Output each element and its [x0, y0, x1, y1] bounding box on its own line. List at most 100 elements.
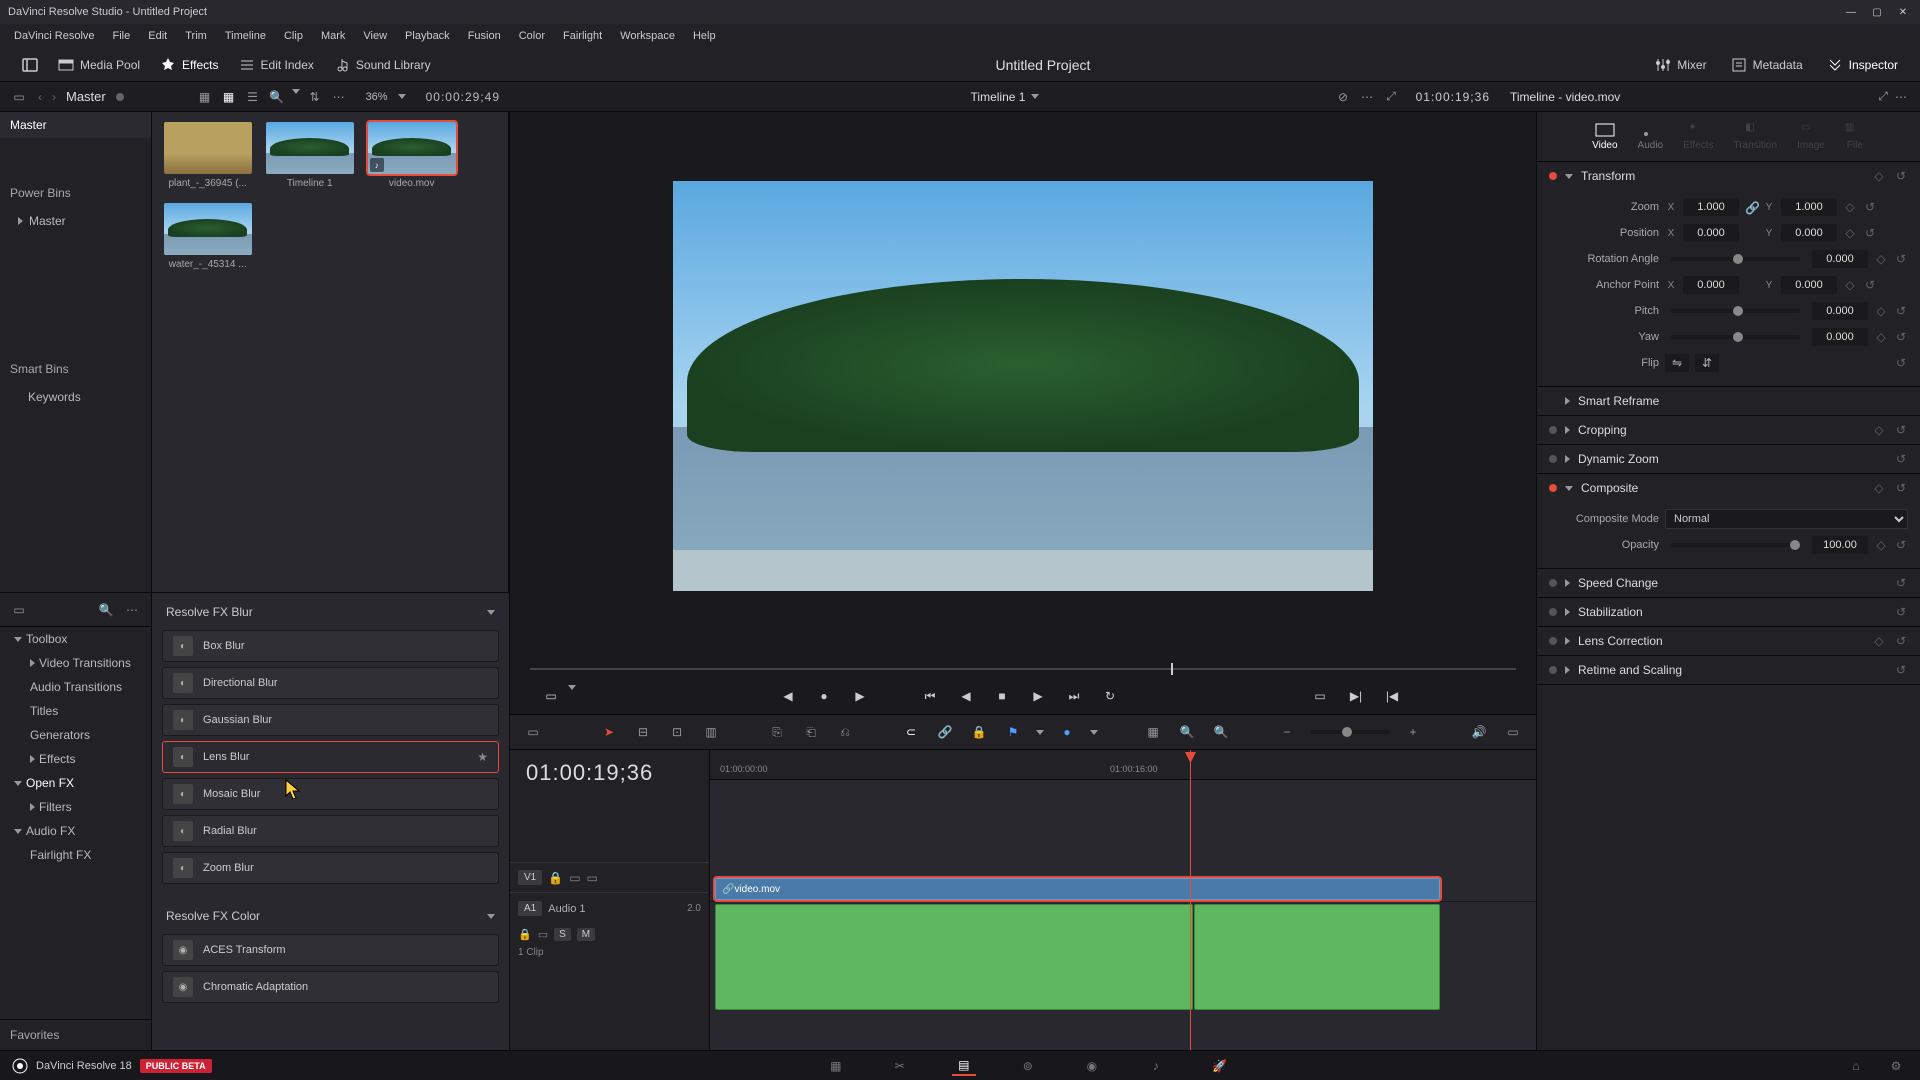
flip-h-button[interactable]: ⇋: [1665, 354, 1689, 372]
fx-tree-filters[interactable]: Filters: [0, 795, 151, 819]
reset-icon[interactable]: ↺: [1863, 278, 1877, 292]
view-list-icon[interactable]: ☰: [244, 89, 262, 105]
search-icon[interactable]: 🔍: [268, 89, 286, 105]
nudge-left-icon[interactable]: ●: [813, 685, 835, 707]
reset-icon[interactable]: ↺: [1894, 538, 1908, 552]
audio-track-a1[interactable]: [710, 902, 1536, 1012]
reset-icon[interactable]: ↺: [1894, 634, 1908, 648]
link-icon[interactable]: 🔗: [934, 721, 956, 743]
keyframe-icon[interactable]: ◇: [1872, 634, 1886, 648]
breadcrumb-master[interactable]: Master: [66, 89, 106, 104]
menu-davinci[interactable]: DaVinci Resolve: [6, 27, 103, 45]
dynamic-zoom-header[interactable]: Dynamic Zoom↺: [1537, 445, 1920, 473]
insert-icon[interactable]: ⎘: [766, 721, 788, 743]
menu-playback[interactable]: Playback: [397, 27, 458, 45]
replace-icon[interactable]: ⎌: [834, 721, 856, 743]
reset-icon[interactable]: ↺: [1894, 330, 1908, 344]
dynamic-trim-icon[interactable]: ⊡: [666, 721, 688, 743]
overwrite-icon[interactable]: ⎗: [800, 721, 822, 743]
fx-tree-toolbox[interactable]: Toolbox: [0, 627, 151, 651]
audio-clip[interactable]: [1194, 904, 1440, 1010]
page-deliver-icon[interactable]: 🚀: [1208, 1056, 1232, 1076]
opacity-input[interactable]: [1812, 536, 1868, 554]
options-icon[interactable]: ⋯: [330, 89, 348, 105]
smart-bins-header[interactable]: Smart Bins: [0, 354, 151, 384]
lock-icon[interactable]: 🔒: [548, 871, 563, 885]
anchor-y-input[interactable]: [1781, 276, 1837, 294]
fx-search-icon[interactable]: 🔍: [97, 602, 115, 618]
maximize-button[interactable]: ▢: [1868, 5, 1886, 19]
v1-badge[interactable]: V1: [518, 870, 542, 885]
inspector-tab-audio[interactable]: Audio: [1638, 122, 1664, 151]
play-icon[interactable]: ▶: [1027, 685, 1049, 707]
inspector-options-icon[interactable]: ⋯: [1892, 89, 1910, 105]
inspector-tab-effects[interactable]: ✦Effects: [1683, 122, 1713, 151]
a1-track-header[interactable]: A1 Audio 1 2.0: [510, 892, 709, 924]
zoom-x-input[interactable]: [1683, 198, 1739, 216]
nudge-right-icon[interactable]: ▶: [849, 685, 871, 707]
menu-workspace[interactable]: Workspace: [612, 27, 683, 45]
a1-badge[interactable]: A1: [518, 901, 542, 916]
reset-icon[interactable]: ↺: [1894, 481, 1908, 495]
keyframe-icon[interactable]: ◇: [1872, 169, 1886, 183]
viewer-options-icon[interactable]: ⋯: [1358, 89, 1376, 105]
media-thumb[interactable]: plant_-_36945 (...: [164, 122, 252, 189]
keyframe-icon[interactable]: ◇: [1874, 538, 1888, 552]
bin-view-icon[interactable]: ▭: [10, 89, 28, 105]
timeline-selector[interactable]: Timeline 1: [971, 90, 1026, 104]
zoom-in-icon[interactable]: +: [1402, 721, 1424, 743]
inspector-button[interactable]: Inspector: [1817, 53, 1908, 77]
reset-icon[interactable]: ↺: [1863, 200, 1877, 214]
selection-tool-icon[interactable]: ➤: [598, 721, 620, 743]
inspector-tab-image[interactable]: ▭Image: [1797, 122, 1825, 151]
inspector-expand-icon[interactable]: ⤢: [1874, 89, 1892, 105]
play-reverse-icon[interactable]: ◀: [955, 685, 977, 707]
audio-monitor-icon[interactable]: 🔊: [1468, 721, 1490, 743]
loop-icon[interactable]: ↻: [1099, 685, 1121, 707]
fx-item-lens-blur[interactable]: ◐Lens Blur★: [162, 741, 499, 773]
match-frame-icon[interactable]: ▭: [540, 685, 562, 707]
auto-select-icon[interactable]: ▭: [538, 928, 548, 941]
view-metadata-icon[interactable]: ▦: [196, 89, 214, 105]
menu-trim[interactable]: Trim: [177, 27, 215, 45]
go-end-icon[interactable]: ⏭: [1063, 685, 1085, 707]
rotation-input[interactable]: [1812, 250, 1868, 268]
mixer-button[interactable]: Mixer: [1645, 53, 1716, 77]
trim-tool-icon[interactable]: ⊟: [632, 721, 654, 743]
smart-bin-keywords[interactable]: Keywords: [0, 384, 151, 410]
effects-button[interactable]: Effects: [150, 53, 228, 77]
fx-panel-icon[interactable]: ▭: [10, 602, 28, 618]
timeline-ruler[interactable]: 01:00:00:00 01:00:16:00: [710, 750, 1536, 780]
lock-icon[interactable]: 🔒: [968, 721, 990, 743]
fx-tree-generators[interactable]: Generators: [0, 723, 151, 747]
page-fairlight-icon[interactable]: ♪: [1144, 1056, 1168, 1076]
timeline-view-icon[interactable]: ▭: [522, 721, 544, 743]
marker-icon[interactable]: ●: [1056, 721, 1078, 743]
pos-y-input[interactable]: [1781, 224, 1837, 242]
retime-header[interactable]: Retime and Scaling↺: [1537, 656, 1920, 684]
reset-icon[interactable]: ↺: [1894, 423, 1908, 437]
solo-button[interactable]: S: [554, 928, 571, 941]
go-start-icon[interactable]: ⏮: [919, 685, 941, 707]
reset-icon[interactable]: ↺: [1894, 304, 1908, 318]
transform-header[interactable]: Transform ◇ ↺: [1537, 162, 1920, 190]
minimize-button[interactable]: —: [1842, 5, 1860, 19]
inspector-tab-video[interactable]: Video: [1592, 122, 1617, 151]
page-cut-icon[interactable]: ✂: [888, 1056, 912, 1076]
reset-icon[interactable]: ↺: [1894, 452, 1908, 466]
viewer[interactable]: [510, 112, 1536, 660]
video-clip[interactable]: 🔗 video.mov: [715, 878, 1440, 900]
v1-track-header[interactable]: V1 🔒 ▭ ▭: [510, 862, 709, 892]
keyframe-icon[interactable]: ◇: [1843, 200, 1857, 214]
blade-tool-icon[interactable]: ▥: [700, 721, 722, 743]
sort-icon[interactable]: ⇅: [306, 89, 324, 105]
reset-icon[interactable]: ↺: [1894, 576, 1908, 590]
fx-tree-audio-trans[interactable]: Audio Transitions: [0, 675, 151, 699]
fx-item-aces[interactable]: ◉ACES Transform: [162, 934, 499, 966]
favorites-header[interactable]: Favorites: [0, 1019, 151, 1050]
video-enable-icon[interactable]: ▭: [587, 871, 598, 885]
keyframe-icon[interactable]: ◇: [1843, 226, 1857, 240]
panel-toggle-left[interactable]: [12, 53, 48, 77]
power-bin-master[interactable]: Master: [0, 208, 151, 234]
composite-mode-select[interactable]: Normal: [1665, 509, 1908, 529]
